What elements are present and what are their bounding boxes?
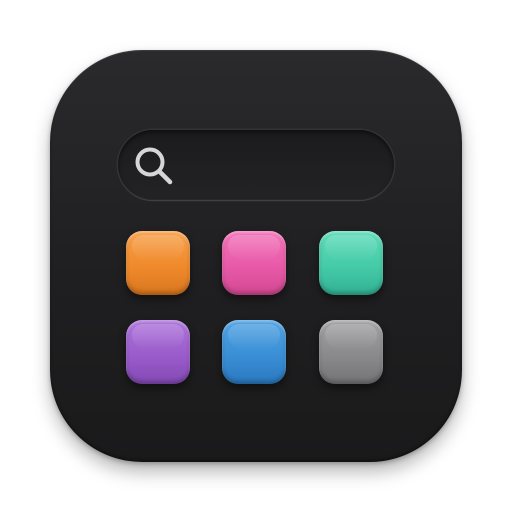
- search-bar: [118, 130, 394, 200]
- orange-tile: [126, 231, 190, 295]
- tile-grid: [126, 231, 386, 385]
- icon-canvas: [0, 0, 512, 512]
- search-icon: [135, 147, 173, 185]
- app-icon[interactable]: [50, 50, 462, 462]
- pink-tile: [222, 231, 286, 295]
- purple-tile: [126, 320, 190, 384]
- teal-tile: [319, 231, 383, 295]
- blue-tile: [222, 320, 286, 384]
- gray-tile: [319, 320, 383, 384]
